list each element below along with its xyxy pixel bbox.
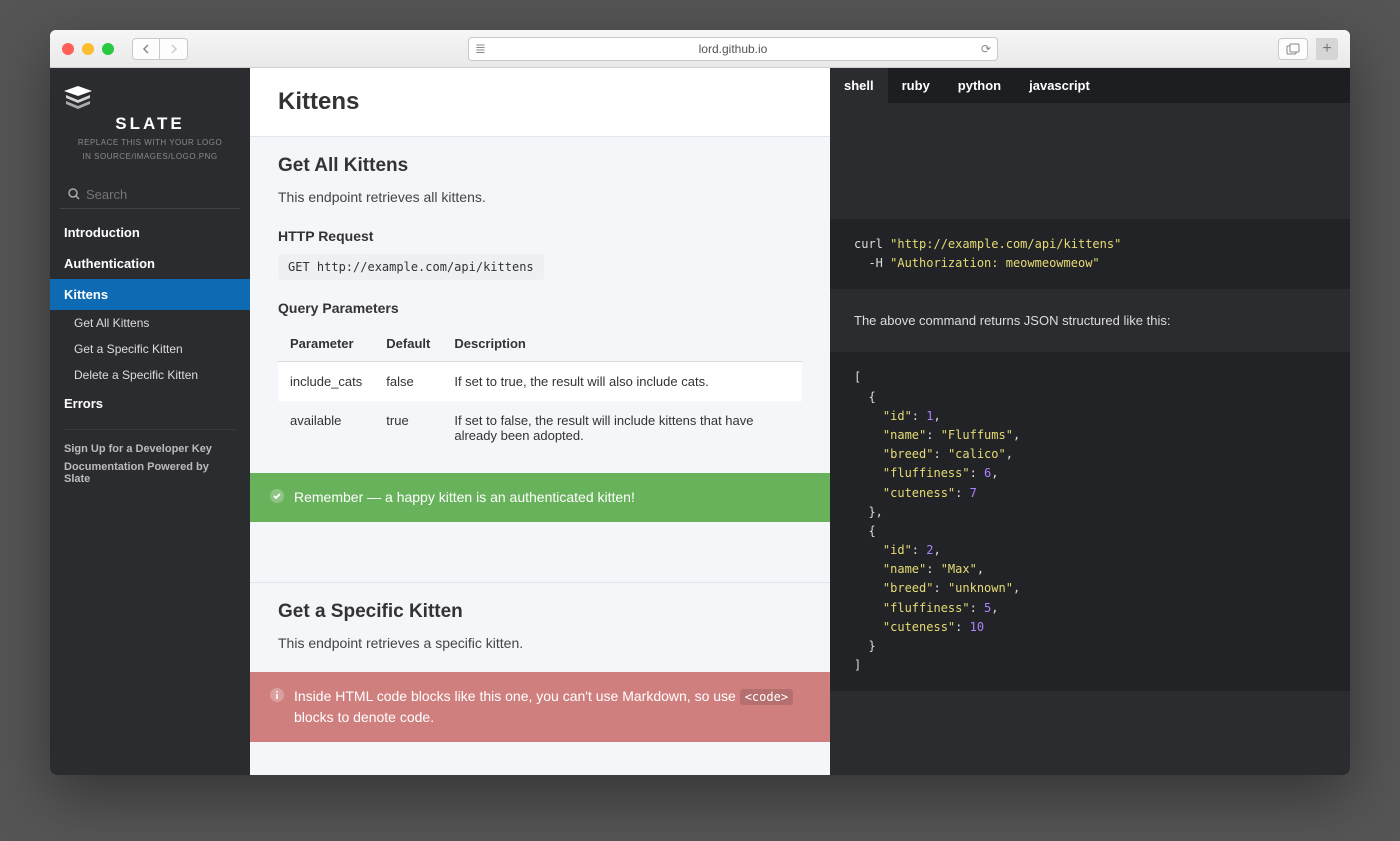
nav-buttons (132, 38, 188, 60)
language-tabs: shell ruby python javascript (830, 68, 1350, 103)
page-title: Kittens (278, 88, 802, 116)
sidebar-item-errors[interactable]: Errors (50, 388, 250, 419)
query-params-table: Parameter Default Description include_ca… (278, 326, 802, 455)
cell-desc: If set to false, the result will include… (442, 401, 802, 455)
window-controls (62, 43, 114, 55)
info-icon (270, 688, 284, 702)
cell-desc: If set to true, the result will also inc… (442, 362, 802, 402)
check-circle-icon (270, 489, 284, 503)
http-request-label: HTTP Request (278, 228, 802, 244)
minimize-window-button[interactable] (82, 43, 94, 55)
brand-tagline-2: IN SOURCE/IMAGES/LOGO.PNG (60, 152, 240, 162)
col-description: Description (442, 326, 802, 362)
forward-button[interactable] (160, 38, 188, 60)
cell-param: available (278, 401, 374, 455)
reload-icon[interactable]: ⟳ (981, 42, 991, 56)
section-desc: This endpoint retrieves a specific kitte… (278, 633, 802, 654)
page-header: Kittens (250, 68, 830, 136)
section-title: Get a Specific Kitten (278, 601, 802, 623)
content-area: SLATE REPLACE THIS WITH YOUR LOGO IN SOU… (50, 68, 1350, 775)
search-icon (68, 188, 80, 200)
footer-signup-link[interactable]: Sign Up for a Developer Key (50, 440, 250, 458)
col-default: Default (374, 326, 442, 362)
back-button[interactable] (132, 38, 160, 60)
slate-logo-icon (60, 84, 240, 110)
search-box[interactable] (60, 181, 240, 209)
search-input[interactable] (86, 187, 250, 202)
cell-default: true (374, 401, 442, 455)
http-request-line: GET http://example.com/api/kittens (278, 254, 544, 280)
brand-tagline-1: REPLACE THIS WITH YOUR LOGO (60, 138, 240, 148)
sidebar-sub-delete-specific-kitten[interactable]: Delete a Specific Kitten (50, 362, 250, 388)
json-response-1: [ { "id": 1, "name": "Fluffums", "breed"… (830, 352, 1350, 691)
maximize-window-button[interactable] (102, 43, 114, 55)
col-parameter: Parameter (278, 326, 374, 362)
table-row: include_cats false If set to true, the r… (278, 362, 802, 402)
section-get-all-kittens: Get All Kittens This endpoint retrieves … (250, 137, 830, 473)
browser-window: ≣ lord.github.io ⟳ + SLATE REPLACE THIS … (50, 30, 1350, 775)
logo-area: SLATE REPLACE THIS WITH YOUR LOGO IN SOU… (50, 68, 250, 173)
callout-success: Remember — a happy kitten is an authenti… (250, 473, 830, 522)
sidebar-sub-get-all-kittens[interactable]: Get All Kittens (50, 310, 250, 336)
address-bar[interactable]: ≣ lord.github.io ⟳ (468, 37, 998, 61)
code-column: shell ruby python javascript curl "http:… (830, 68, 1350, 775)
callout-text: Remember — a happy kitten is an authenti… (294, 487, 635, 508)
titlebar: ≣ lord.github.io ⟳ + (50, 30, 1350, 68)
response-note-1: The above command returns JSON structure… (830, 305, 1350, 336)
footer-powered-link[interactable]: Documentation Powered by Slate (50, 458, 250, 488)
url-text: lord.github.io (699, 42, 768, 56)
sidebar-divider (64, 429, 236, 430)
sidebar-item-authentication[interactable]: Authentication (50, 248, 250, 279)
section-get-specific-kitten: Get a Specific Kitten This endpoint retr… (250, 583, 830, 672)
tab-python[interactable]: python (944, 68, 1015, 103)
cell-default: false (374, 362, 442, 402)
callout-warning: Inside HTML code blocks like this one, y… (250, 672, 830, 742)
brand-name: SLATE (60, 114, 240, 134)
callout-code: <code> (740, 689, 793, 705)
section-title: Get All Kittens (278, 155, 802, 177)
tab-javascript[interactable]: javascript (1015, 68, 1104, 103)
close-window-button[interactable] (62, 43, 74, 55)
sidebar-sub-get-specific-kitten[interactable]: Get a Specific Kitten (50, 336, 250, 362)
callout-text: Inside HTML code blocks like this one, y… (294, 686, 810, 728)
sidebar: SLATE REPLACE THIS WITH YOUR LOGO IN SOU… (50, 68, 250, 775)
query-params-label: Query Parameters (278, 300, 802, 316)
table-row: available true If set to false, the resu… (278, 401, 802, 455)
section-desc: This endpoint retrieves all kittens. (278, 187, 802, 208)
cell-param: include_cats (278, 362, 374, 402)
show-tabs-button[interactable] (1278, 38, 1308, 60)
sidebar-item-introduction[interactable]: Introduction (50, 217, 250, 248)
documentation-column: Kittens Get All Kittens This endpoint re… (250, 68, 830, 775)
tab-shell[interactable]: shell (830, 68, 888, 103)
sidebar-item-kittens[interactable]: Kittens (50, 279, 250, 310)
curl-example-1: curl "http://example.com/api/kittens" -H… (830, 219, 1350, 289)
reader-icon[interactable]: ≣ (475, 41, 486, 57)
tab-ruby[interactable]: ruby (888, 68, 944, 103)
new-tab-button[interactable]: + (1316, 38, 1338, 60)
